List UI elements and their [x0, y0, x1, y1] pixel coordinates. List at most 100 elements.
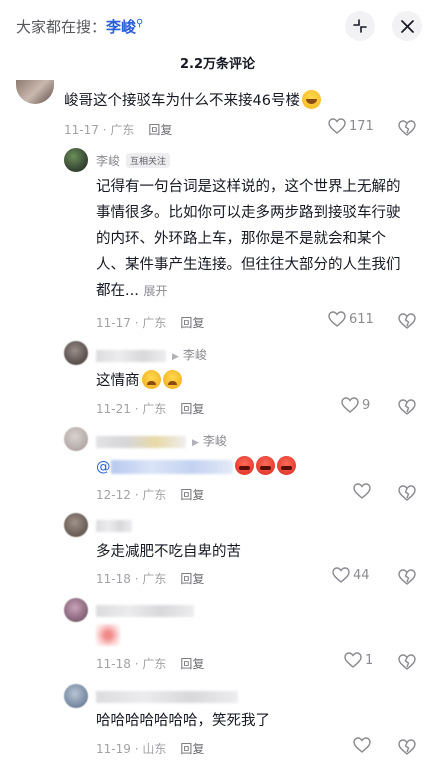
- dislike-icon[interactable]: [398, 569, 416, 585]
- author-name[interactable]: 李峻 互相关注: [96, 152, 171, 169]
- pleading-emoji: [141, 370, 161, 389]
- search-icon: ⚲: [136, 18, 144, 29]
- dislike-icon[interactable]: [398, 313, 416, 329]
- like-count: 1: [365, 652, 374, 668]
- mention[interactable]: @: [96, 459, 111, 475]
- angry-emoji: [276, 456, 296, 475]
- heart-icon: [353, 737, 371, 753]
- comment-item: 11-18 · 广东 回复 1: [0, 598, 435, 678]
- comment-item: ▶ 李峻 这情商 11-21 · 广东 回复 9: [0, 341, 435, 421]
- comment-meta: 11-19 · 山东 回复: [96, 742, 205, 756]
- heart-icon: [332, 567, 350, 583]
- blurred-username: [96, 690, 238, 703]
- dislike-icon[interactable]: [398, 654, 416, 670]
- reply-button[interactable]: 回复: [180, 488, 204, 502]
- comment-item: 哈哈哈哈哈哈哈，笑死我了 11-19 · 山东 回复: [0, 684, 435, 764]
- comment-item: 多走减肥不吃自卑的苦 11-18 · 广东 回复 44: [0, 513, 435, 593]
- like-button[interactable]: 1: [344, 652, 373, 668]
- reply-button[interactable]: 回复: [148, 123, 172, 137]
- expand-button[interactable]: 展开: [143, 284, 167, 298]
- sticker-image[interactable]: [96, 624, 120, 646]
- comment-date: 11-19: [96, 742, 131, 756]
- collapse-button[interactable]: [345, 11, 375, 41]
- comment-item: 峻哥这个接驳车为什么不来接46号楼 11-17 · 广东 回复 171: [0, 80, 435, 150]
- like-button[interactable]: [353, 737, 374, 753]
- avatar[interactable]: [16, 80, 54, 104]
- heart-icon: [344, 652, 362, 668]
- like-button[interactable]: [353, 483, 374, 499]
- comment-text: 哈哈哈哈哈哈哈，笑死我了: [96, 713, 270, 729]
- comment-count: 2.2万条评论: [179, 57, 256, 72]
- dislike-icon[interactable]: [398, 120, 416, 136]
- comment-item: 李峻 互相关注 记得有一句台词是这样说的，这个世界上无解的事情很多。比如你可以走多…: [0, 148, 435, 338]
- reply-button[interactable]: 回复: [180, 316, 204, 330]
- avatar[interactable]: [64, 513, 88, 537]
- grin-emoji: [301, 90, 321, 109]
- like-count: 171: [349, 118, 374, 134]
- reply-arrow-icon: ▶: [192, 438, 199, 448]
- collapse-icon: [353, 19, 367, 33]
- reply-to-name: 李峻: [202, 434, 227, 448]
- comment-date: 12-12: [96, 488, 131, 502]
- dislike-icon[interactable]: [398, 739, 416, 755]
- reply-author[interactable]: [96, 603, 194, 617]
- comment-text: 峻哥这个接驳车为什么不来接46号楼: [64, 88, 384, 114]
- reply-author[interactable]: ▶ 李峻: [96, 346, 207, 363]
- comment-text: 多走减肥不吃自卑的苦: [96, 544, 241, 560]
- like-button[interactable]: 9: [341, 397, 370, 413]
- pleading-emoji: [162, 370, 182, 389]
- comment-date: 11-17: [64, 123, 99, 137]
- reply-author[interactable]: ▶ 李峻: [96, 432, 227, 449]
- reply-button[interactable]: 回复: [180, 402, 204, 416]
- reply-button[interactable]: 回复: [180, 742, 204, 756]
- header: 大家都在搜：李峻⚲: [0, 0, 435, 54]
- blurred-mention: [110, 460, 233, 474]
- comment-meta: 11-18 · 广东 回复: [96, 657, 205, 671]
- reply-arrow-icon: ▶: [172, 352, 179, 362]
- heart-icon: [328, 118, 346, 134]
- comment-location: 广东: [142, 316, 167, 330]
- close-button[interactable]: [392, 11, 422, 41]
- like-count: 44: [353, 567, 370, 583]
- like-button[interactable]: 171: [328, 118, 374, 134]
- search-keyword[interactable]: 李峻: [106, 18, 136, 36]
- heart-icon: [341, 397, 359, 413]
- blurred-username: [96, 435, 186, 448]
- comment-date: 11-18: [96, 572, 131, 586]
- comment-item: ▶ 李峻 @ 12-12 · 广东 回复: [0, 427, 435, 507]
- like-button[interactable]: 611: [328, 311, 374, 327]
- reply-button[interactable]: 回复: [180, 657, 204, 671]
- comment-location: 广东: [142, 657, 167, 671]
- avatar[interactable]: [64, 148, 88, 172]
- close-icon: [400, 19, 414, 33]
- comment-location: 广东: [142, 572, 167, 586]
- blurred-username: [96, 604, 194, 617]
- reply-to-name: 李峻: [182, 348, 207, 362]
- like-button[interactable]: 44: [332, 567, 370, 583]
- reply-author[interactable]: [96, 518, 132, 532]
- reply-button[interactable]: 回复: [180, 572, 204, 586]
- comment-location: 广东: [142, 488, 167, 502]
- trending-search-hint[interactable]: 大家都在搜：李峻⚲: [16, 16, 143, 37]
- comment-date: 11-18: [96, 657, 131, 671]
- comment-text: @: [96, 454, 406, 480]
- avatar[interactable]: [64, 427, 88, 451]
- dislike-icon[interactable]: [398, 399, 416, 415]
- comment-text: 记得有一句台词是这样说的，这个世界上无解的事情很多。比如你可以走多两步路到接驳车…: [96, 179, 401, 299]
- like-count: 611: [349, 311, 374, 327]
- blurred-username: [96, 349, 166, 362]
- like-count: 9: [362, 397, 371, 413]
- heart-icon: [353, 483, 371, 499]
- avatar[interactable]: [64, 598, 88, 622]
- comment-meta: 12-12 · 广东 回复: [96, 488, 205, 502]
- reply-author[interactable]: [96, 689, 238, 703]
- avatar[interactable]: [64, 341, 88, 365]
- angry-emoji: [234, 456, 254, 475]
- comment-location: 山东: [142, 742, 167, 756]
- comment-meta: 11-17 · 广东 回复: [96, 316, 205, 330]
- blurred-username: [96, 519, 132, 532]
- avatar[interactable]: [64, 684, 88, 708]
- dislike-icon[interactable]: [398, 485, 416, 501]
- comment-meta: 11-17 · 广东 回复: [64, 123, 173, 137]
- comment-text: 这情商: [96, 368, 396, 394]
